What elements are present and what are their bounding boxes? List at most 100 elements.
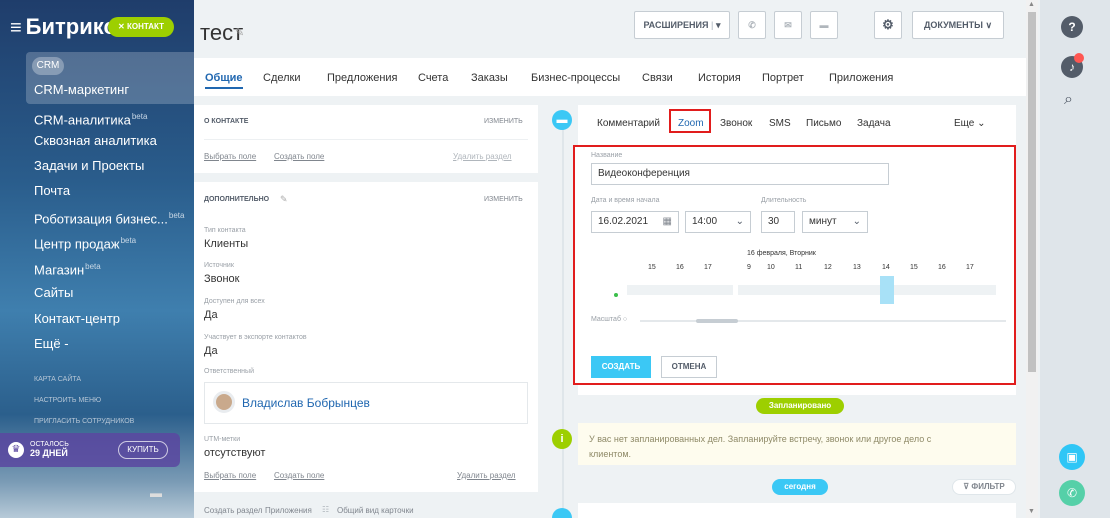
sidebar-item-more[interactable]: Ещё -	[0, 333, 194, 355]
tab-email[interactable]: Письмо	[806, 118, 841, 129]
cancel-button[interactable]: ОТМЕНА	[661, 356, 717, 378]
select-field-link[interactable]: Выбрать поле	[204, 471, 256, 480]
mail-icon[interactable]: ✉	[774, 11, 802, 39]
filter-button[interactable]: ⊽ ФИЛЬТР	[952, 479, 1016, 495]
sidebar-item-mail[interactable]: Почта	[0, 180, 194, 202]
empty-planned-text: У вас нет запланированных дел. Запланиру…	[589, 434, 932, 459]
phone-icon[interactable]: ✆	[738, 11, 766, 39]
open-lines-icon[interactable]: ▣	[1059, 444, 1085, 470]
sidebar-item-shop[interactable]: Магазинbeta	[0, 256, 194, 278]
sidebar-item-tasks[interactable]: Задачи и Проекты	[0, 155, 194, 177]
search-icon[interactable]: ⌕	[1064, 91, 1073, 109]
datetime-label: Дата и время начала	[591, 197, 660, 204]
select-field-link[interactable]: Выбрать поле	[204, 152, 256, 161]
scale-handle[interactable]	[696, 319, 738, 323]
sidebar-item-through-analytics[interactable]: Сквозная аналитика	[0, 130, 194, 152]
help-icon[interactable]: ?	[1061, 16, 1083, 38]
hour-label: 17	[966, 264, 974, 271]
hour-label: 13	[853, 264, 861, 271]
tab-sms[interactable]: SMS	[769, 118, 791, 129]
name-input[interactable]: Видеоконференция	[591, 163, 889, 185]
invite-users-link[interactable]: ПРИГЛАСИТЬ СОТРУДНИКОВ	[34, 418, 134, 425]
sitemap-link[interactable]: КАРТА САЙТА	[34, 376, 81, 383]
responsible-name[interactable]: Владислав Бобрынцев	[242, 396, 370, 410]
utm-label: UTM-метки	[204, 436, 241, 443]
applications-link[interactable]: Приложения	[265, 506, 312, 515]
buy-button[interactable]: КУПИТЬ	[118, 441, 168, 459]
notification-badge	[1074, 53, 1084, 63]
unit-select[interactable]: минут ⌄	[802, 211, 868, 233]
tab-history[interactable]: История	[698, 72, 741, 84]
create-field-link[interactable]: Создать поле	[274, 471, 324, 480]
create-field-link[interactable]: Создать поле	[274, 152, 324, 161]
time-select[interactable]: 14:00 ⌄	[685, 211, 751, 233]
history-icon	[552, 508, 572, 518]
tab-more[interactable]: Еще ⌄	[954, 118, 986, 129]
scrollbar-thumb[interactable]	[1028, 12, 1036, 372]
calendar-icon[interactable]: ▦	[663, 212, 672, 232]
grid-icon: ☷	[322, 505, 330, 514]
lock-icon[interactable]: ▬	[150, 486, 162, 500]
field-value: Клиенты	[204, 238, 249, 250]
tab-orders[interactable]: Заказы	[471, 72, 508, 84]
right-panel	[1040, 0, 1110, 518]
tab-portrait[interactable]: Портрет	[762, 72, 804, 84]
additional-edit-link[interactable]: изменить	[484, 196, 523, 203]
create-section-link[interactable]: Создать раздел	[204, 506, 262, 515]
tab-task[interactable]: Задача	[857, 118, 891, 129]
logo[interactable]: ≡ Битрикс	[10, 14, 116, 40]
tab-business-processes[interactable]: Бизнес-процессы	[531, 72, 620, 84]
hour-label: 15	[648, 264, 656, 271]
about-edit-link[interactable]: изменить	[484, 118, 523, 125]
hour-label: 9	[747, 264, 751, 271]
crm-pill[interactable]: CRM	[32, 57, 64, 75]
date-input[interactable]: 16.02.2021 ▦	[591, 211, 679, 233]
pencil-icon[interactable]: ✎	[280, 194, 288, 205]
sidebar-item-sites[interactable]: Сайты	[0, 282, 194, 304]
hour-label: 16	[676, 264, 684, 271]
documents-button[interactable]: ДОКУМЕНТЫ ∨	[912, 11, 1004, 39]
configure-menu-link[interactable]: НАСТРОИТЬ МЕНЮ	[34, 397, 101, 404]
tab-general[interactable]: Общие	[205, 72, 243, 89]
tab-invoices[interactable]: Счета	[418, 72, 448, 84]
today-badge: сегодня	[772, 479, 828, 495]
chat-icon[interactable]: ▬	[810, 11, 838, 39]
sidebar-item-contact-center[interactable]: Контакт-центр	[0, 308, 194, 330]
pencil-icon[interactable]: ✎	[235, 26, 244, 39]
avatar[interactable]	[213, 391, 235, 413]
hour-label: 16	[938, 264, 946, 271]
menu-icon[interactable]: ≡	[10, 17, 22, 39]
phone-icon[interactable]: ✆	[1059, 480, 1085, 506]
scale-track[interactable]	[640, 320, 1006, 322]
gear-icon[interactable]: ⚙	[874, 11, 902, 39]
sidebar-item-robotization[interactable]: Роботизация бизнес...beta	[0, 205, 194, 227]
utm-value: отсутствуют	[204, 447, 266, 459]
field-label: Тип контакта	[204, 227, 246, 234]
delete-section-link[interactable]: Удалить раздел	[453, 152, 512, 161]
scroll-up-icon[interactable]: ▲	[1028, 1, 1035, 8]
duration-input[interactable]: 30	[761, 211, 795, 233]
selected-slot[interactable]	[880, 276, 894, 304]
extensions-button[interactable]: РАСШИРЕНИЯ | ▾	[634, 11, 730, 39]
sidebar-item-sales-center[interactable]: Центр продажbeta	[0, 230, 194, 252]
tab-call[interactable]: Звонок	[720, 118, 752, 129]
scroll-down-icon[interactable]: ▼	[1028, 508, 1035, 515]
tab-deals[interactable]: Сделки	[263, 72, 301, 84]
timeline-line	[562, 120, 564, 518]
hour-label: 12	[824, 264, 832, 271]
additional-title: ДОПОЛНИТЕЛЬНО	[204, 196, 270, 203]
tab-applications[interactable]: Приложения	[829, 72, 893, 84]
sidebar-item-crm-marketing[interactable]: CRM-маркетинг	[0, 79, 194, 101]
contact-badge[interactable]: ✕ КОНТАКТ	[108, 17, 174, 37]
card-view-link[interactable]: Общий вид карточки	[337, 506, 414, 515]
sidebar-item-crm-analytics[interactable]: CRM-аналитикаbeta	[0, 106, 194, 128]
timeline-grid-right[interactable]	[738, 285, 996, 295]
delete-section-link[interactable]: Удалить раздел	[457, 471, 516, 480]
tab-links[interactable]: Связи	[642, 72, 673, 84]
tab-comment[interactable]: Комментарий	[597, 118, 660, 129]
create-button[interactable]: СОЗДАТЬ	[591, 356, 651, 378]
history-card	[578, 503, 1016, 518]
tab-offers[interactable]: Предложения	[327, 72, 398, 84]
timeline-grid-left[interactable]	[627, 285, 733, 295]
info-icon: i	[552, 429, 572, 449]
